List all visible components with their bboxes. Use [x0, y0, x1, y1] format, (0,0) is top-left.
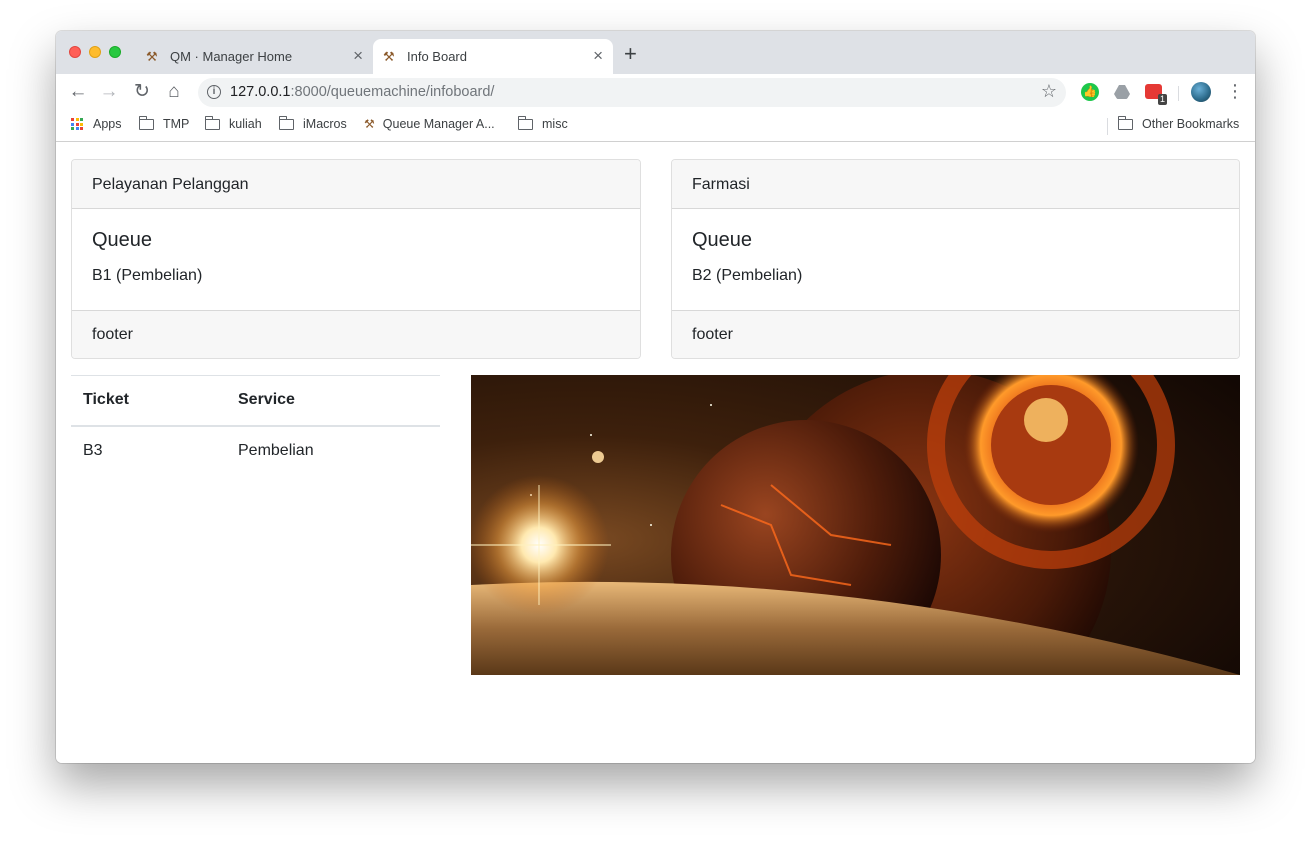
bookmark-folder-kuliah[interactable]: kuliah — [205, 115, 262, 131]
current-ticket: B2 (Pembelian) — [692, 267, 803, 284]
current-ticket: B1 (Pembelian) — [92, 267, 203, 284]
bookmark-label: misc — [542, 117, 568, 131]
folder-icon — [205, 115, 220, 130]
address-bar[interactable]: i 127.0.0.1:8000/queuemachine/infoboard/… — [198, 78, 1066, 107]
tab-info-board[interactable]: ⚒ Info Board × — [373, 39, 613, 74]
waiting-tickets-table: Ticket Service B3 Pembelian — [71, 375, 440, 475]
table-header-row: Ticket Service — [71, 375, 440, 427]
queue-card-farmasi: Farmasi Queue B2 (Pembelian) footer — [671, 159, 1240, 359]
bookmark-apps[interactable]: Apps — [71, 117, 122, 131]
space-planets-banner-image — [471, 375, 1240, 675]
toolbar-divider — [1178, 86, 1179, 101]
card-body: Queue B2 (Pembelian) — [672, 209, 1239, 310]
back-arrow-icon[interactable]: ← — [65, 79, 91, 105]
card-footer: footer — [72, 310, 640, 358]
info-icon[interactable]: i — [207, 85, 221, 99]
close-tab-icon[interactable]: × — [593, 47, 603, 65]
drive-extension-icon[interactable] — [1113, 84, 1131, 100]
bookmark-queue-manager[interactable]: ⚒ Queue Manager A... — [364, 117, 495, 131]
bookmark-label: Apps — [93, 117, 122, 131]
card-title: Queue — [692, 229, 753, 251]
folder-icon — [518, 115, 533, 130]
maximize-window-button[interactable] — [109, 46, 121, 58]
card-body: Queue B1 (Pembelian) — [72, 209, 640, 310]
card-title: Queue — [92, 229, 153, 251]
apps-grid-icon — [71, 118, 83, 130]
new-tab-button[interactable]: + — [624, 43, 637, 65]
browser-toolbar: ← → ↻ ⌂ i 127.0.0.1:8000/queuemachine/in… — [56, 74, 1255, 111]
bookmark-star-icon[interactable]: ☆ — [1041, 81, 1057, 102]
tab-manager-home[interactable]: ⚒ QM · Manager Home × — [136, 39, 373, 74]
folder-icon — [279, 115, 294, 130]
url-path: :8000/queuemachine/infoboard/ — [290, 84, 495, 100]
bookmark-label: TMP — [163, 117, 190, 131]
bookmark-folder-imacros[interactable]: iMacros — [279, 115, 347, 131]
forward-arrow-icon[interactable]: → — [96, 79, 122, 105]
bookmark-label: kuliah — [229, 117, 262, 131]
bookmark-label: Queue Manager A... — [382, 117, 495, 131]
card-header: Pelayanan Pelanggan — [72, 160, 640, 209]
card-header: Farmasi — [672, 160, 1239, 209]
folder-icon — [1118, 115, 1133, 130]
tab-title: QM · Manager Home — [170, 49, 293, 64]
card-footer: footer — [672, 310, 1239, 358]
tools-icon: ⚒ — [364, 117, 375, 131]
thumbs-up-extension-icon[interactable]: 👍 — [1081, 83, 1099, 101]
bookmark-label: Other Bookmarks — [1142, 117, 1240, 131]
red-extension-icon[interactable]: 1 — [1145, 84, 1167, 105]
bookmark-folder-misc[interactable]: misc — [518, 115, 568, 131]
minimize-window-button[interactable] — [89, 46, 101, 58]
close-tab-icon[interactable]: × — [353, 47, 363, 65]
tab-title: Info Board — [407, 49, 467, 64]
home-icon[interactable]: ⌂ — [161, 79, 187, 105]
tab-strip: ⚒ QM · Manager Home × ⚒ Info Board × + — [56, 31, 1255, 74]
bookmark-label: iMacros — [303, 117, 347, 131]
service-cell: Pembelian — [238, 441, 314, 459]
url-text[interactable]: 127.0.0.1:8000/queuemachine/infoboard/ — [230, 84, 494, 100]
bookmark-other-bookmarks[interactable]: Other Bookmarks — [1118, 115, 1240, 131]
table-row: B3 Pembelian — [71, 426, 440, 475]
reload-icon[interactable]: ↻ — [129, 79, 155, 105]
url-host: 127.0.0.1 — [230, 84, 291, 100]
browser-window: ⚒ QM · Manager Home × ⚒ Info Board × + ←… — [56, 31, 1255, 763]
folder-icon — [139, 115, 154, 130]
bookmarks-divider — [1107, 118, 1108, 135]
column-header-ticket: Ticket — [71, 375, 226, 427]
page-content: Pelayanan Pelanggan Queue B1 (Pembelian)… — [56, 143, 1255, 763]
extension-badge: 1 — [1157, 94, 1167, 105]
more-menu-icon[interactable]: ⋮ — [1226, 80, 1244, 102]
ticket-cell: B3 — [83, 441, 103, 459]
tools-icon: ⚒ — [146, 49, 158, 64]
close-window-button[interactable] — [69, 46, 81, 58]
column-header-service: Service — [226, 375, 440, 427]
profile-avatar[interactable] — [1191, 82, 1211, 102]
bookmark-folder-tmp[interactable]: TMP — [139, 115, 190, 131]
queue-card-pelayanan: Pelayanan Pelanggan Queue B1 (Pembelian)… — [71, 159, 641, 359]
tools-icon: ⚒ — [383, 49, 395, 64]
bookmarks-bar: Apps TMP kuliah iMacros ⚒ Queue Manager … — [56, 111, 1255, 142]
